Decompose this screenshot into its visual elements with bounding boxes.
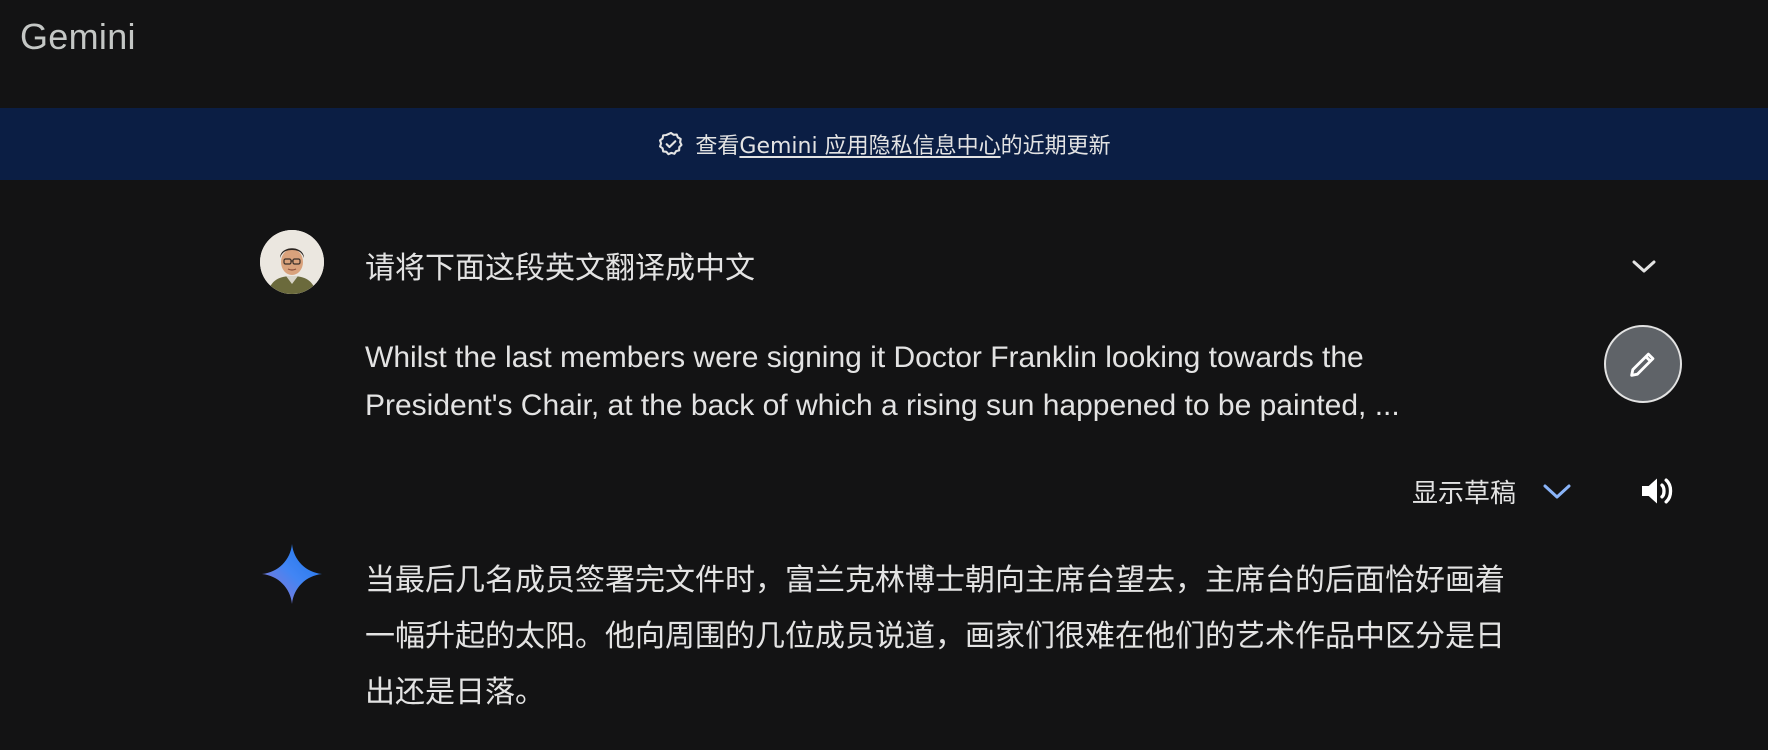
- show-drafts-label: 显示草稿: [1412, 479, 1517, 509]
- app-title[interactable]: Gemini: [20, 16, 136, 58]
- prompt-body-line: President's Chair, at the back of which …: [365, 389, 1400, 422]
- expand-prompt-button[interactable]: [1620, 247, 1668, 287]
- edit-prompt-button[interactable]: [1604, 325, 1682, 403]
- chevron-down-icon: [1542, 483, 1572, 501]
- banner-suffix: 的近期更新: [1000, 134, 1111, 159]
- prompt-title: 请将下面这段英文翻译成中文: [365, 251, 755, 286]
- response-line: 出还是日落。: [365, 675, 545, 710]
- show-drafts-button[interactable]: 显示草稿: [1412, 473, 1572, 510]
- banner-prefix: 查看: [695, 134, 740, 159]
- prompt-body: Whilst the last members were signing it …: [365, 334, 1525, 430]
- prompt-body-line: Whilst the last members were signing it …: [365, 341, 1364, 374]
- speaker-icon: [1642, 478, 1673, 504]
- verified-shield-icon: [657, 130, 685, 158]
- top-bar: Gemini: [0, 0, 1768, 108]
- privacy-hub-link[interactable]: Gemini 应用隐私信息中心: [739, 128, 1000, 160]
- listen-button[interactable]: [1634, 468, 1680, 514]
- user-avatar: [260, 230, 324, 294]
- pencil-icon: [1630, 352, 1655, 377]
- chevron-down-icon: [1632, 260, 1656, 273]
- response-line: 一幅升起的太阳。他向周围的几位成员说道，画家们很难在他们的艺术作品中区分是日: [365, 619, 1505, 654]
- privacy-banner: 查看 Gemini 应用隐私信息中心 的近期更新: [0, 108, 1768, 180]
- response-line: 当最后几名成员签署完文件时，富兰克林博士朝向主席台望去，主席台的后面恰好画着: [365, 563, 1505, 598]
- gemini-spark-icon: [262, 544, 322, 604]
- response-text: 当最后几名成员签署完文件时，富兰克林博士朝向主席台望去，主席台的后面恰好画着 一…: [365, 553, 1605, 721]
